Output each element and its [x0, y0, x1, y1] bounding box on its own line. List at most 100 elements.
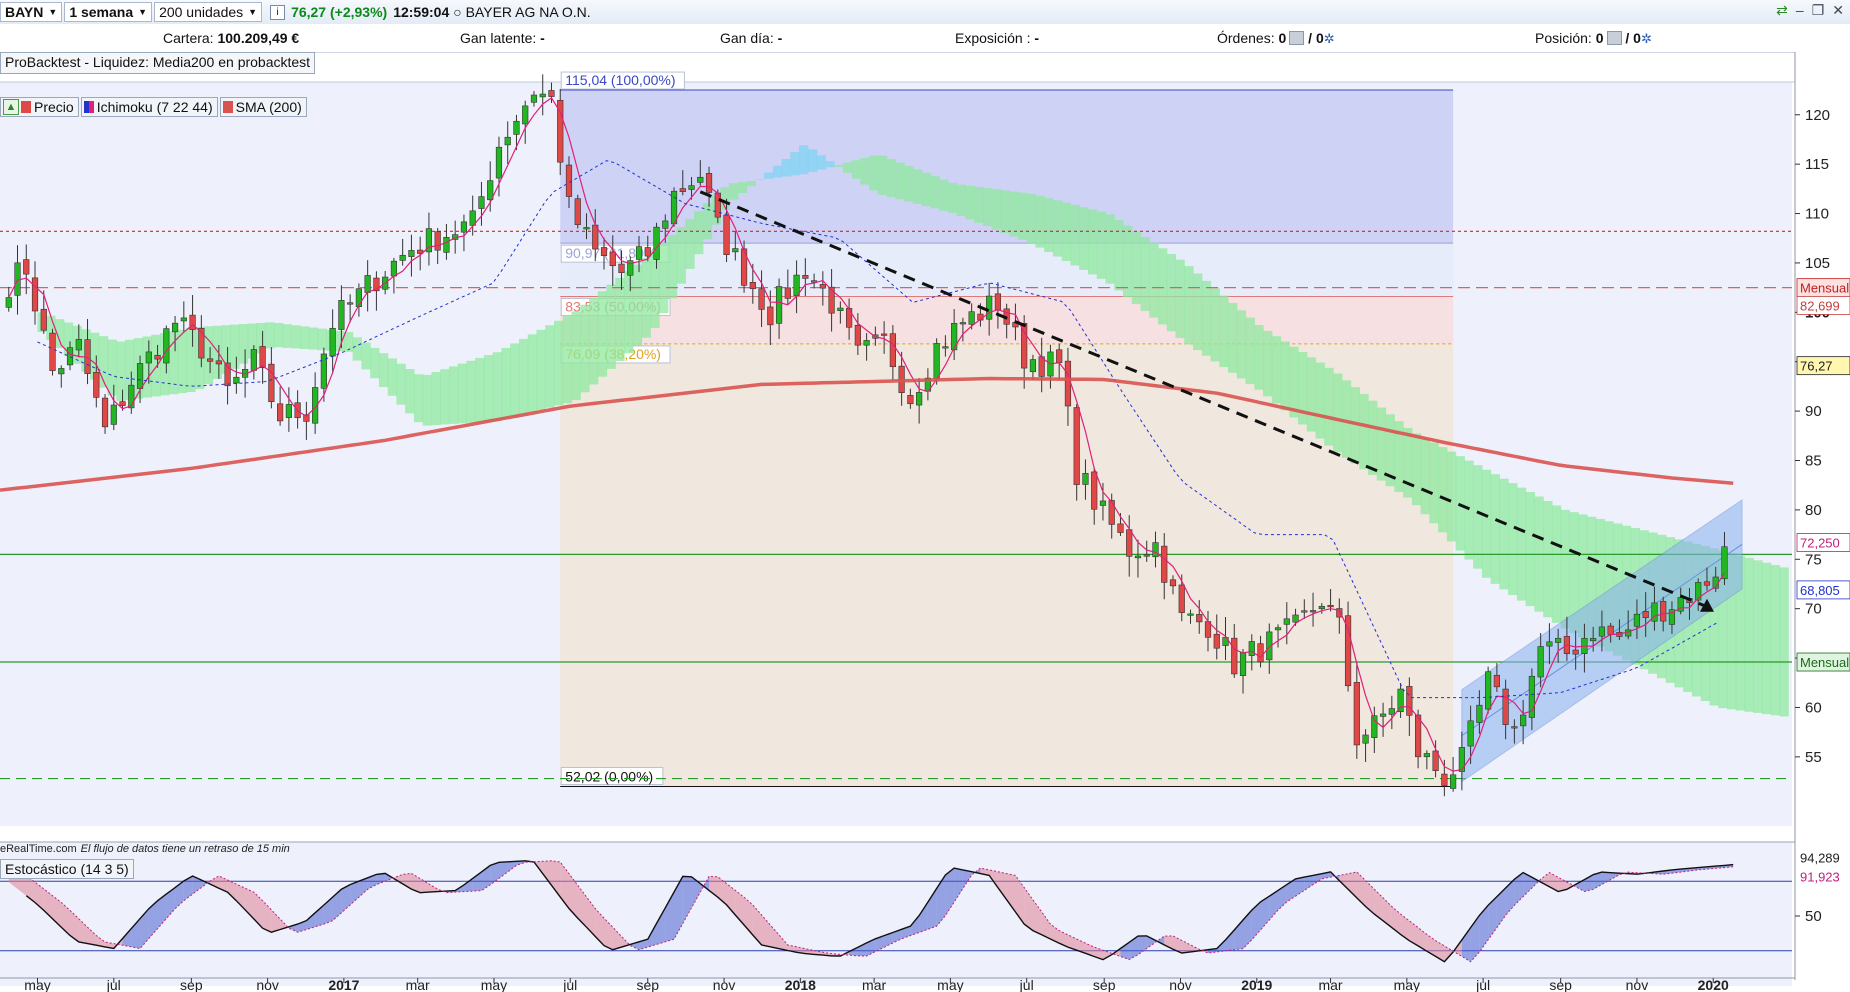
candle-body-55: [487, 180, 494, 201]
y-tick-label-60: 60: [1805, 699, 1822, 716]
legend-price[interactable]: ▲ Precio: [0, 97, 79, 117]
candle-body-5: [49, 332, 56, 371]
kumo-segment-52: [492, 352, 503, 422]
candle-body-146: [1283, 618, 1290, 625]
kumo-segment-9: [116, 341, 126, 401]
candle-body-106: [933, 343, 940, 380]
candle-body-74: [653, 226, 660, 260]
kumo-segment-59: [553, 320, 564, 406]
candle-63: [557, 88, 564, 176]
candle-body-171: [1502, 688, 1509, 725]
y-tick-label-105: 105: [1805, 255, 1830, 272]
candle-body-138: [1213, 633, 1220, 649]
x-tick-label-13: jul: [1019, 977, 1034, 992]
y-tick-label-115: 115: [1805, 156, 1829, 173]
kumo-segment-137: [1236, 310, 1247, 379]
candle-body-31: [277, 403, 284, 422]
kumo-segment-118: [1070, 204, 1080, 266]
kumo-segment-108: [982, 188, 993, 227]
kumo-segment-37: [361, 342, 371, 370]
y-tick-label-75: 75: [1805, 551, 1822, 568]
candle-body-110: [968, 311, 975, 325]
kumo-segment-198: [1770, 565, 1781, 716]
kumo-segment-70: [650, 250, 660, 328]
candle-body-32: [285, 404, 292, 418]
price-swatch: [21, 101, 31, 113]
ichimoku-swatch: [83, 101, 94, 113]
kumo-segment-100: [912, 169, 923, 204]
kumo-segment-32: [317, 328, 327, 351]
candle-169: [1485, 666, 1492, 714]
kumo-segment-69: [641, 257, 651, 338]
candle-body-37: [329, 327, 336, 357]
x-tick-label-17: mar: [1318, 977, 1342, 992]
x-tick-label-5: mar: [406, 977, 430, 992]
candle-body-165: [1450, 774, 1457, 789]
candle-body-140: [1231, 637, 1238, 675]
kumo-segment-142: [1280, 341, 1290, 411]
candle-body-181: [1590, 638, 1597, 642]
delay-source: eRealTime.com: [0, 843, 77, 855]
kumo-segment-135: [1219, 295, 1229, 368]
kumo-segment-22: [230, 324, 240, 369]
candle-body-130: [1143, 554, 1150, 557]
kumo-segment-91: [834, 164, 844, 167]
fib-level-label-4: 52,02 (0,00%): [565, 768, 653, 784]
legend-ichimoku[interactable]: Ichimoku (7 22 44): [80, 97, 218, 117]
kumo-segment-152: [1368, 400, 1378, 475]
delay-note-text: El flujo de datos tiene un retraso de 15…: [80, 843, 290, 855]
indicator-legend: ▲ Precio Ichimoku (7 22 44) SMA (200): [0, 97, 307, 117]
kumo-segment-160: [1438, 447, 1448, 533]
candle-body-39: [347, 302, 354, 305]
kumo-segment-48: [457, 363, 468, 424]
candle-body-176: [1546, 641, 1553, 647]
kumo-segment-169: [1516, 487, 1527, 601]
kumo-segment-57: [536, 329, 546, 410]
kumo-segment-49: [466, 360, 476, 423]
kumo-segment-81: [746, 180, 756, 187]
arrow-up-icon[interactable]: ▲: [3, 99, 19, 115]
stochastic-label[interactable]: Estocástico (14 3 5): [0, 859, 134, 879]
kumo-segment-56: [527, 334, 538, 413]
candle-body-132: [1161, 545, 1168, 583]
x-tick-label-11: mar: [862, 977, 886, 992]
kumo-segment-65: [606, 284, 616, 369]
kumo-segment-75: [694, 211, 704, 255]
y-tick-label-120: 120: [1805, 107, 1830, 124]
kumo-segment-136: [1228, 302, 1238, 373]
candle-body-109: [959, 322, 967, 325]
legend-ichimoku-text: Ichimoku (7 22 44): [96, 99, 213, 115]
x-tick-label-1: jul: [106, 977, 121, 992]
candle-body-173: [1520, 714, 1527, 727]
kumo-segment-15: [168, 331, 179, 395]
kumo-segment-113: [1026, 193, 1037, 244]
candle-body-186: [1633, 613, 1641, 627]
kumo-segment-23: [238, 324, 249, 364]
data-delay-note: eRealTime.com El flujo de datos tiene un …: [0, 843, 290, 855]
x-tick-label-4: 2017: [328, 977, 359, 992]
candle-body-154: [1353, 682, 1360, 746]
candle-body-72: [635, 246, 643, 260]
candle-body-49: [434, 231, 441, 251]
candle-body-112: [986, 295, 993, 320]
candle-body-145: [1274, 627, 1282, 631]
candle-body-87: [767, 306, 774, 326]
candle-body-54: [478, 196, 485, 209]
kumo-segment-157: [1411, 433, 1422, 506]
candle-body-125: [1099, 500, 1107, 506]
candle-body-26: [233, 376, 240, 384]
kumo-segment-172: [1543, 500, 1553, 618]
kumo-segment-164: [1473, 465, 1483, 569]
candle-body-151: [1327, 605, 1334, 608]
kumo-segment-62: [580, 304, 590, 393]
kumo-segment-26: [265, 322, 275, 349]
x-tick-label-0: may: [24, 977, 50, 992]
candle-body-93: [819, 284, 826, 289]
kumo-segment-116: [1052, 200, 1063, 257]
kumo-segment-92: [842, 162, 853, 173]
candle-body-175: [1537, 646, 1544, 678]
candle-body-13: [119, 401, 126, 406]
candle-body-123: [1082, 473, 1089, 485]
legend-sma[interactable]: SMA (200): [219, 97, 307, 117]
sma-swatch: [222, 101, 233, 113]
